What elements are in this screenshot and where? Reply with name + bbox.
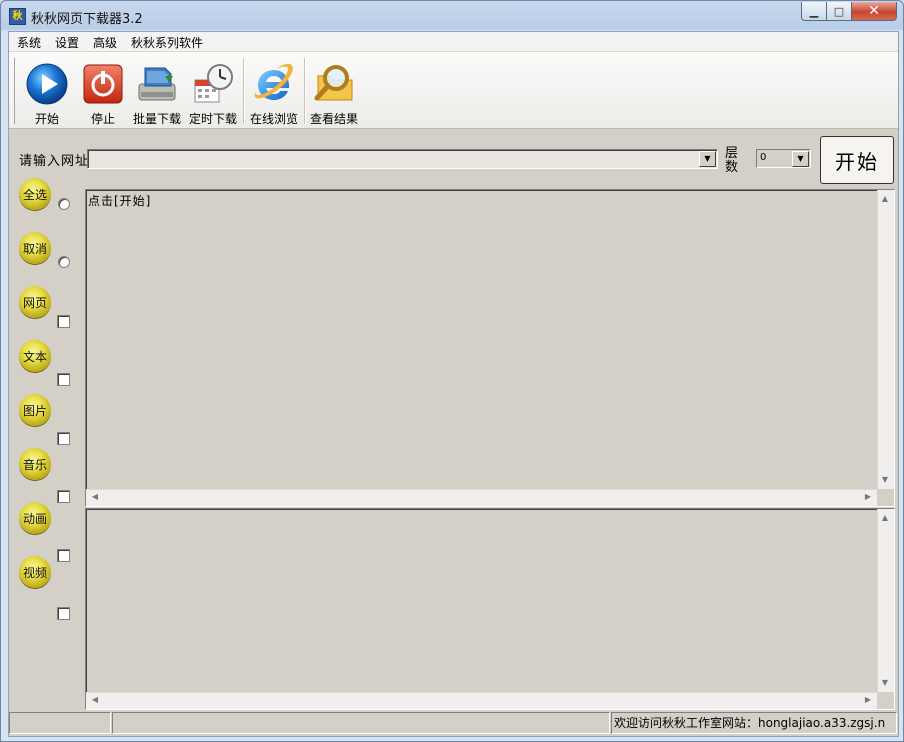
results-textarea[interactable]: ▲ ▼ ◀ ▶	[85, 508, 895, 710]
select-all-radio[interactable]	[58, 198, 70, 210]
magnifier-folder-icon	[314, 65, 353, 101]
scroll-up-icon[interactable]: ▲	[878, 511, 892, 525]
toolbar-batch-download-button[interactable]: 批量下载	[131, 52, 183, 126]
layer-dropdown-button[interactable]: ▼	[792, 151, 809, 167]
status-bar: 欢迎访问秋秋工作室网站：honglajiao.a33.zgsj.n	[9, 712, 898, 734]
toolbar-scheduled-download-label: 定时下载	[188, 112, 237, 126]
close-icon: ✕	[868, 3, 880, 19]
toolbar-separator	[304, 58, 306, 124]
layer-count-select[interactable]: 0 ▼	[756, 149, 811, 168]
maximize-button[interactable]: □	[827, 2, 852, 21]
text-checkbox[interactable]	[57, 373, 70, 386]
start-button[interactable]: 开始	[820, 136, 894, 184]
chevron-down-icon: ▼	[797, 154, 804, 163]
log-horizontal-scrollbar[interactable]: ◀ ▶	[86, 489, 877, 506]
batch-download-icon	[138, 67, 176, 101]
scroll-left-icon[interactable]: ◀	[88, 490, 102, 504]
chevron-down-icon: ▼	[704, 154, 711, 163]
toolbar-batch-download-label: 批量下载	[132, 112, 181, 126]
status-panel-website: 欢迎访问秋秋工作室网站：honglajiao.a33.zgsj.n	[611, 712, 897, 734]
menu-advanced[interactable]: 高级	[93, 34, 117, 51]
app-icon: 秋	[9, 8, 26, 25]
image-filter-button[interactable]: 图片	[19, 394, 51, 426]
toolbar-view-results-button[interactable]: 查看结果	[307, 52, 361, 126]
scroll-left-icon[interactable]: ◀	[88, 693, 102, 707]
log-text: 点击[开始]	[88, 194, 152, 208]
layer-count-value: 0	[760, 152, 767, 163]
toolbar: 开始 停止 批量下载 定时下载 在线浏览 查看结果	[9, 52, 898, 129]
toolbar-separator	[243, 58, 245, 124]
maximize-icon: □	[833, 4, 845, 18]
select-all-button[interactable]: 全选	[19, 178, 51, 210]
url-label: 请输入网址	[19, 154, 90, 169]
url-dropdown-button[interactable]: ▼	[699, 151, 716, 167]
cancel-selection-radio[interactable]	[58, 256, 70, 268]
menu-settings[interactable]: 设置	[55, 34, 79, 51]
internet-explorer-icon	[254, 63, 293, 100]
scroll-right-icon[interactable]: ▶	[861, 693, 875, 707]
toolbar-stop-button[interactable]: 停止	[79, 52, 127, 126]
menu-system[interactable]: 系统	[17, 34, 41, 51]
menu-bar: 系统 设置 高级 秋秋系列软件	[9, 32, 898, 52]
toolbar-grip[interactable]	[11, 58, 15, 124]
close-button[interactable]: ✕	[852, 2, 897, 21]
status-panel-1	[9, 712, 111, 734]
toolbar-start-button[interactable]: 开始	[23, 52, 71, 126]
toolbar-online-browse-button[interactable]: 在线浏览	[247, 52, 301, 126]
client-area: 系统 设置 高级 秋秋系列软件 开始 停止 批量下载 定时下载 在线浏览 查看结…	[8, 31, 899, 737]
toolbar-scheduled-download-button[interactable]: 定时下载	[187, 52, 239, 126]
webpage-checkbox[interactable]	[57, 315, 70, 328]
toolbar-stop-label: 停止	[90, 112, 115, 126]
webpage-filter-button[interactable]: 网页	[19, 286, 51, 318]
music-filter-button[interactable]: 音乐	[19, 448, 51, 480]
toolbar-start-label: 开始	[34, 112, 59, 126]
toolbar-view-results-label: 查看结果	[309, 112, 358, 126]
animation-checkbox[interactable]	[57, 549, 70, 562]
log-vertical-scrollbar[interactable]: ▲ ▼	[877, 190, 894, 489]
text-filter-button[interactable]: 文本	[19, 340, 51, 372]
menu-qiuqiu-software[interactable]: 秋秋系列软件	[131, 34, 203, 51]
window-title: 秋秋网页下载器3.2	[31, 12, 143, 27]
scheduled-download-icon	[194, 64, 233, 103]
music-checkbox[interactable]	[57, 490, 70, 503]
minimize-button[interactable]: ▁	[801, 2, 827, 21]
status-panel-2	[112, 712, 610, 734]
url-input[interactable]: ▼	[87, 149, 718, 169]
video-checkbox[interactable]	[57, 607, 70, 620]
play-icon	[26, 63, 68, 105]
image-checkbox[interactable]	[57, 432, 70, 445]
power-stop-icon	[83, 64, 123, 104]
app-window: 秋 秋秋网页下载器3.2 ▁ □ ✕ 系统 设置 高级 秋秋系列软件 开始 停止…	[0, 0, 904, 742]
scroll-down-icon[interactable]: ▼	[878, 473, 892, 487]
window-controls: ▁ □ ✕	[801, 2, 897, 21]
cancel-selection-button[interactable]: 取消	[19, 232, 51, 264]
video-filter-button[interactable]: 视频	[19, 556, 51, 588]
title-bar[interactable]: 秋 秋秋网页下载器3.2 ▁ □ ✕	[1, 1, 903, 31]
toolbar-online-browse-label: 在线浏览	[249, 112, 298, 126]
results-vertical-scrollbar[interactable]: ▲ ▼	[877, 509, 894, 692]
animation-filter-button[interactable]: 动画	[19, 502, 51, 534]
minimize-icon: ▁	[809, 4, 819, 18]
results-horizontal-scrollbar[interactable]: ◀ ▶	[86, 692, 877, 709]
scroll-right-icon[interactable]: ▶	[861, 490, 875, 504]
log-textarea[interactable]: 点击[开始] ▲ ▼ ◀ ▶	[85, 189, 895, 507]
layer-count-label: 层数	[725, 146, 739, 175]
scroll-up-icon[interactable]: ▲	[878, 192, 892, 206]
scroll-down-icon[interactable]: ▼	[878, 676, 892, 690]
